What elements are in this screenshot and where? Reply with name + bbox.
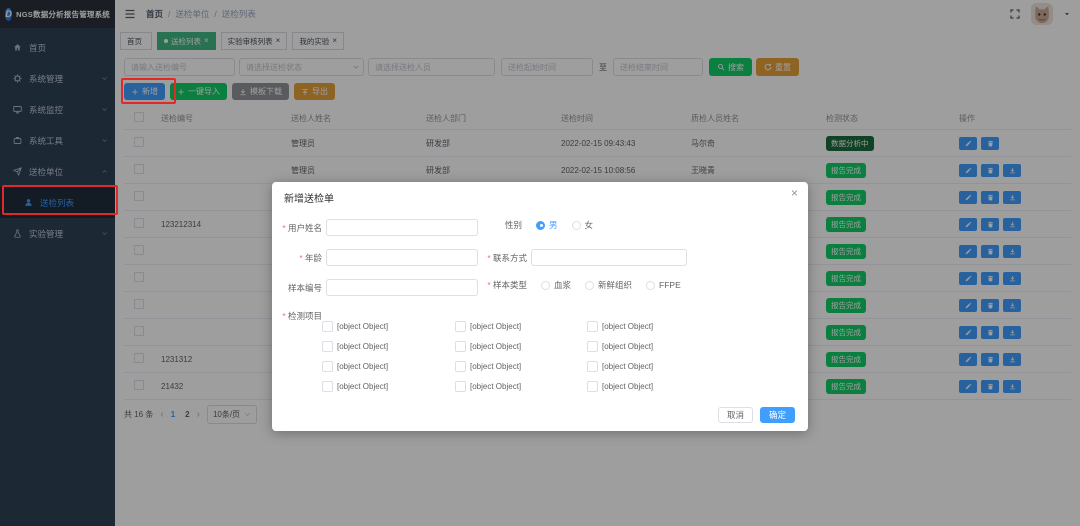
test-items-label-group: 检测项目 [274, 310, 322, 322]
checkbox-label: [object Object] [470, 362, 521, 371]
checkbox-icon[interactable] [322, 321, 333, 332]
radio-icon[interactable] [536, 221, 545, 230]
sample-no-input[interactable] [326, 279, 478, 296]
checkbox-label: [object Object] [602, 342, 653, 351]
username-label: 用户姓名 [274, 222, 322, 234]
test-item-checkbox-option[interactable]: [object Object] [455, 321, 587, 332]
checkbox-label: [object Object] [602, 322, 653, 331]
test-item-checkbox-option[interactable]: [object Object] [587, 341, 767, 352]
checkbox-icon[interactable] [455, 381, 466, 392]
close-icon[interactable]: × [791, 187, 798, 199]
test-item-checkbox-option[interactable]: [object Object] [587, 321, 767, 332]
test-item-checkbox-option[interactable]: [object Object] [455, 341, 587, 352]
checkbox-icon[interactable] [587, 361, 598, 372]
sample-type-radio-option[interactable]: FFPE [646, 280, 681, 290]
test-item-checkbox-option[interactable]: [object Object] [322, 321, 455, 332]
radio-label: 男 [549, 219, 558, 231]
checkbox-label: [object Object] [602, 382, 653, 391]
checkbox-label: [object Object] [470, 382, 521, 391]
test-items-label: 检测项目 [274, 310, 322, 322]
checkbox-label: [object Object] [337, 382, 388, 391]
test-item-checkbox-option[interactable]: [object Object] [587, 381, 767, 392]
checkbox-icon[interactable] [455, 341, 466, 352]
radio-label: 新鲜组织 [598, 279, 632, 291]
test-item-checkbox-option[interactable]: [object Object] [322, 341, 455, 352]
radio-icon[interactable] [572, 221, 581, 230]
checkbox-label: [object Object] [602, 362, 653, 371]
gender-label: 性别 [494, 219, 522, 231]
gender-field-group: 性别 男 女 [494, 219, 593, 231]
username-input[interactable] [326, 219, 478, 236]
sample-type-radio-option[interactable]: 新鲜组织 [585, 279, 632, 291]
radio-label: 血浆 [554, 279, 571, 291]
test-items-grid: [object Object] [object Object] [object … [322, 316, 767, 396]
age-input[interactable] [326, 249, 478, 266]
modal-footer: 取消 确定 [718, 407, 795, 423]
checkbox-icon[interactable] [322, 381, 333, 392]
gender-radio-option[interactable]: 男 [536, 219, 558, 231]
test-item-checkbox-option[interactable]: [object Object] [322, 361, 455, 372]
checkbox-icon[interactable] [322, 341, 333, 352]
contact-field-group: 联系方式 [477, 249, 687, 266]
new-inspection-modal: 新增送检单 × 用户姓名 性别 男 女 [272, 182, 808, 431]
age-label: 年龄 [274, 252, 322, 264]
contact-label: 联系方式 [477, 252, 527, 264]
checkbox-label: [object Object] [337, 322, 388, 331]
test-item-checkbox-option[interactable]: [object Object] [455, 361, 587, 372]
radio-icon[interactable] [585, 281, 594, 290]
radio-label: FFPE [659, 280, 681, 290]
checkbox-label: [object Object] [337, 342, 388, 351]
sample-no-field-group: 样本编号 [274, 279, 478, 296]
checkbox-icon[interactable] [455, 361, 466, 372]
radio-label: 女 [585, 219, 594, 231]
confirm-button[interactable]: 确定 [760, 407, 795, 423]
checkbox-label: [object Object] [337, 362, 388, 371]
test-item-checkbox-option[interactable]: [object Object] [587, 361, 767, 372]
checkbox-label: [object Object] [470, 342, 521, 351]
checkbox-icon[interactable] [322, 361, 333, 372]
sample-type-radio-option[interactable]: 血浆 [541, 279, 571, 291]
sample-type-field-group: 样本类型 血浆 新鲜组织 FFPE [477, 279, 681, 291]
cancel-button[interactable]: 取消 [718, 407, 753, 423]
sample-type-label: 样本类型 [477, 279, 527, 291]
checkbox-icon[interactable] [455, 321, 466, 332]
contact-input[interactable] [531, 249, 687, 266]
age-field-group: 年龄 [274, 249, 478, 266]
checkbox-label: [object Object] [470, 322, 521, 331]
radio-icon[interactable] [646, 281, 655, 290]
radio-icon[interactable] [541, 281, 550, 290]
checkbox-icon[interactable] [587, 341, 598, 352]
test-item-checkbox-option[interactable]: [object Object] [322, 381, 455, 392]
modal-title: 新增送检单 [284, 190, 334, 205]
app-screen: D NGS数据分析报告管理系统 首页 系统管理 系统监控 [0, 0, 1080, 526]
sample-no-label: 样本编号 [274, 282, 322, 294]
test-item-checkbox-option[interactable]: [object Object] [455, 381, 587, 392]
checkbox-icon[interactable] [587, 321, 598, 332]
username-field-group: 用户姓名 [274, 219, 478, 236]
checkbox-icon[interactable] [587, 381, 598, 392]
gender-radio-option[interactable]: 女 [572, 219, 594, 231]
